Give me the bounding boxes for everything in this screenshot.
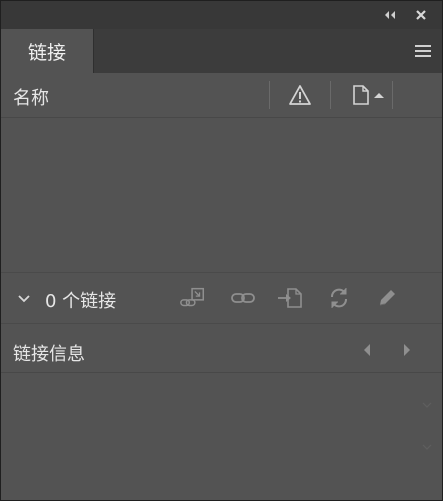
links-column-header: 名称	[1, 73, 442, 118]
status-column-header[interactable]	[288, 83, 312, 107]
relink-from-cc-libraries-icon	[180, 287, 205, 307]
collapse-panel-button[interactable]	[381, 7, 399, 23]
sort-up-triangle-icon	[374, 93, 384, 98]
link-info-title: 链接信息	[13, 344, 85, 365]
close-icon	[416, 10, 426, 20]
panel-titlebar[interactable]	[1, 1, 442, 29]
column-name-header[interactable]: 名称	[13, 84, 49, 110]
links-panel: 链接 名称 0 个链接 链接信息	[0, 0, 443, 501]
relink-button[interactable]	[229, 285, 257, 311]
scroll-indicator	[422, 444, 432, 450]
edit-original-button[interactable]	[373, 285, 401, 311]
link-info-body	[1, 373, 442, 500]
page-icon	[353, 85, 369, 105]
double-chevron-left-icon	[385, 11, 395, 19]
column-divider[interactable]	[330, 81, 331, 109]
update-link-button[interactable]	[325, 285, 353, 311]
links-list[interactable]	[1, 118, 442, 273]
go-to-link-button[interactable]	[276, 285, 304, 311]
relink-icon	[231, 293, 255, 303]
toggle-link-info-button[interactable]	[17, 291, 31, 305]
tab-links-label: 链接	[27, 42, 66, 64]
link-count-label: 0 个链接	[45, 291, 117, 312]
page-column-header[interactable]	[351, 83, 385, 107]
link-info-section: 链接信息	[1, 324, 442, 373]
previous-link-icon	[364, 344, 370, 356]
links-toolbar: 0 个链接	[1, 273, 442, 324]
scroll-indicator	[422, 402, 432, 408]
tab-links[interactable]: 链接	[1, 29, 94, 74]
hamburger-menu-icon	[415, 45, 431, 57]
column-divider[interactable]	[269, 81, 270, 109]
chevron-down-icon	[18, 295, 30, 303]
previous-link-button[interactable]	[361, 342, 375, 358]
column-divider[interactable]	[392, 81, 393, 109]
relink-cc-libraries-button[interactable]	[179, 285, 207, 311]
warning-triangle-icon	[289, 85, 311, 105]
close-panel-button[interactable]	[412, 7, 430, 23]
update-link-icon	[331, 288, 347, 308]
panel-tabbar: 链接	[1, 29, 442, 74]
next-link-icon	[404, 344, 410, 356]
panel-menu-button[interactable]	[414, 43, 432, 59]
edit-original-icon	[379, 290, 395, 306]
next-link-button[interactable]	[401, 342, 415, 358]
go-to-link-icon	[278, 288, 302, 308]
